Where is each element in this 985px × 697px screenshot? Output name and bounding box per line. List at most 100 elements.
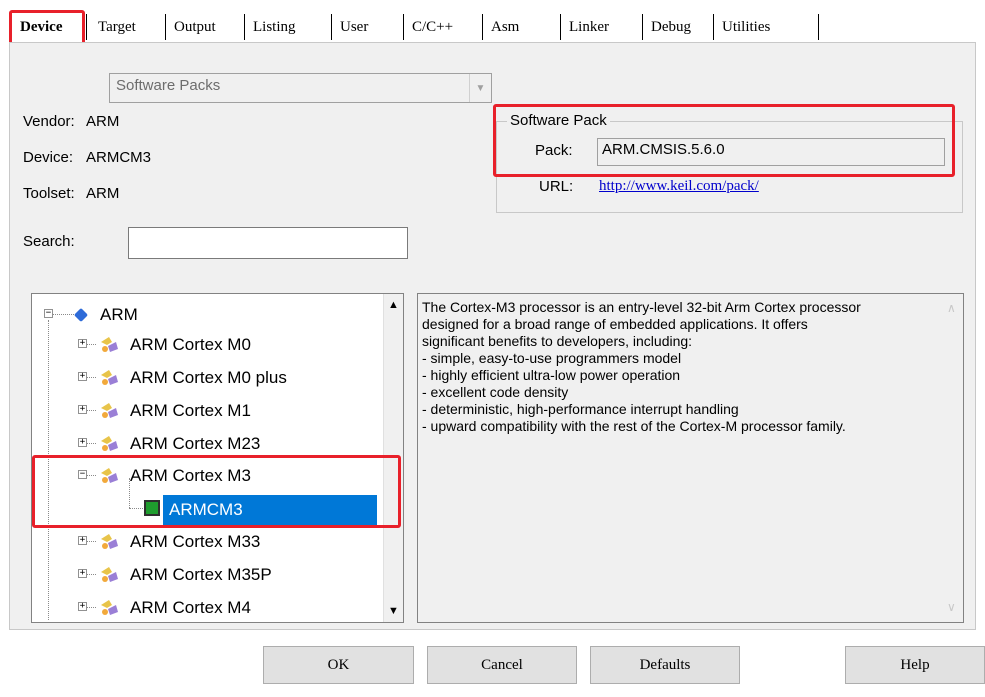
- family-icon: [101, 468, 118, 483]
- tree-item-label: ARM Cortex M0 plus: [130, 368, 287, 387]
- toolset-value: ARM: [86, 185, 120, 202]
- tab-separator: [403, 14, 404, 40]
- description-line: - upward compatibility with the rest of …: [422, 418, 846, 434]
- description-line: - deterministic, high-performance interr…: [422, 401, 739, 417]
- collapse-icon[interactable]: −: [78, 470, 87, 479]
- help-button[interactable]: Help: [845, 646, 985, 684]
- chip-icon: [144, 500, 160, 516]
- tab-listing[interactable]: Listing: [247, 12, 302, 42]
- collapse-icon[interactable]: −: [44, 309, 53, 318]
- pack-field: ARM.CMSIS.5.6.0: [597, 138, 945, 166]
- device-label: Device:: [23, 149, 74, 166]
- expand-icon[interactable]: +: [78, 372, 87, 381]
- tree-item-label: ARM Cortex M3: [130, 466, 251, 485]
- tab-debug[interactable]: Debug: [645, 12, 697, 42]
- device-panel: Software Packs ▼ Vendor: ARM Device: ARM…: [9, 42, 976, 630]
- tree-item-label: ARM Cortex M23: [130, 434, 261, 453]
- tree-item-family[interactable]: ARM Cortex M35P: [98, 560, 272, 590]
- cancel-button[interactable]: Cancel: [427, 646, 577, 684]
- description-line: significant benefits to developers, incl…: [422, 333, 693, 349]
- tree-item-label: ARMCM3: [169, 500, 243, 519]
- device-value: ARMCM3: [86, 149, 152, 166]
- family-icon: [101, 403, 118, 418]
- vendor-label: Vendor:: [23, 113, 75, 130]
- tree-item-label: ARM: [100, 305, 138, 324]
- tab-strip: Device Target Output Listing User C/C++ …: [0, 0, 985, 44]
- expand-icon[interactable]: +: [78, 569, 87, 578]
- device-tree: − ARM + ARM Cortex M0 + ARM Cortex M0 pl…: [31, 293, 404, 623]
- expand-icon[interactable]: +: [78, 438, 87, 447]
- expand-icon[interactable]: +: [78, 602, 87, 611]
- software-pack-group: Software Pack Pack: ARM.CMSIS.5.6.0 URL:…: [496, 112, 963, 213]
- expand-icon[interactable]: +: [78, 405, 87, 414]
- tab-separator: [482, 14, 483, 40]
- tree-item-label: ARM Cortex M1: [130, 401, 251, 420]
- tree-item-family-expanded[interactable]: ARM Cortex M3: [98, 461, 251, 491]
- software-pack-title: Software Pack: [507, 112, 610, 129]
- tab-separator: [165, 14, 166, 40]
- tab-separator: [86, 14, 87, 40]
- tab-separator: [642, 14, 643, 40]
- tab-separator: [818, 14, 819, 40]
- tab-separator: [331, 14, 332, 40]
- description-scrollbar[interactable]: ∧ ∨: [943, 294, 963, 622]
- family-icon: [101, 337, 118, 352]
- tree-item-family[interactable]: ARM Cortex M33: [98, 527, 260, 557]
- chevron-up-icon[interactable]: ∧: [947, 300, 956, 317]
- search-label: Search:: [23, 233, 75, 250]
- database-select-value: Software Packs: [116, 77, 221, 94]
- tab-device[interactable]: Device: [14, 12, 68, 42]
- tree-item-family[interactable]: ARM Cortex M23: [98, 429, 260, 459]
- tab-cpp[interactable]: C/C++: [406, 12, 459, 42]
- tree-item-device-selected[interactable]: ARMCM3: [163, 495, 377, 525]
- tab-separator: [560, 14, 561, 40]
- tree-scrollbar[interactable]: ▲ ▼: [383, 294, 403, 622]
- device-description: The Cortex-M3 processor is an entry-leve…: [417, 293, 964, 623]
- tab-asm[interactable]: Asm: [485, 12, 525, 42]
- defaults-button[interactable]: Defaults: [590, 646, 740, 684]
- tab-separator: [713, 14, 714, 40]
- family-icon: [101, 436, 118, 451]
- description-line: - excellent code density: [422, 384, 569, 400]
- toolset-label: Toolset:: [23, 185, 75, 202]
- tree-connector: [48, 320, 49, 620]
- expand-icon[interactable]: +: [78, 536, 87, 545]
- vendor-icon: [73, 307, 89, 323]
- tab-linker[interactable]: Linker: [563, 12, 615, 42]
- tree-item-family[interactable]: ARM Cortex M1: [98, 396, 251, 426]
- family-icon: [101, 567, 118, 582]
- tab-user[interactable]: User: [334, 12, 374, 42]
- tree-item-label: ARM Cortex M0: [130, 335, 251, 354]
- pack-value: ARM.CMSIS.5.6.0: [602, 141, 725, 158]
- tree-item-vendor[interactable]: ARM: [73, 300, 138, 330]
- tree-item-label: ARM Cortex M33: [130, 532, 261, 551]
- tree-item-label: ARM Cortex M4: [130, 598, 251, 617]
- chevron-down-icon[interactable]: ∨: [947, 599, 956, 616]
- family-icon: [101, 534, 118, 549]
- tree-item-label: ARM Cortex M35P: [130, 565, 272, 584]
- description-line: designed for a broad range of embedded a…: [422, 316, 808, 332]
- tree-connector: [129, 508, 143, 509]
- tab-target[interactable]: Target: [92, 12, 142, 42]
- family-icon: [101, 370, 118, 385]
- url-label: URL:: [539, 178, 574, 195]
- tree-item-family[interactable]: ARM Cortex M4: [98, 593, 251, 622]
- tab-output[interactable]: Output: [168, 12, 222, 42]
- description-line: - simple, easy-to-use programmers model: [422, 350, 682, 366]
- family-icon: [101, 600, 118, 615]
- ok-button[interactable]: OK: [263, 646, 414, 684]
- chevron-down-icon[interactable]: ▼: [469, 74, 491, 102]
- description-line: The Cortex-M3 processor is an entry-leve…: [422, 299, 861, 315]
- search-input[interactable]: [128, 227, 408, 259]
- tree-item-family[interactable]: ARM Cortex M0 plus: [98, 363, 287, 393]
- scroll-down-icon[interactable]: ▼: [384, 600, 403, 622]
- vendor-value: ARM: [86, 113, 120, 130]
- description-line: - highly efficient ultra-low power opera…: [422, 367, 681, 383]
- tree-item-family[interactable]: ARM Cortex M0: [98, 330, 251, 360]
- expand-icon[interactable]: +: [78, 339, 87, 348]
- database-select[interactable]: Software Packs ▼: [109, 73, 492, 103]
- pack-url-link[interactable]: http://www.keil.com/pack/: [599, 178, 759, 195]
- tab-utilities[interactable]: Utilities: [716, 12, 776, 42]
- pack-label: Pack:: [535, 142, 573, 159]
- scroll-up-icon[interactable]: ▲: [384, 294, 403, 316]
